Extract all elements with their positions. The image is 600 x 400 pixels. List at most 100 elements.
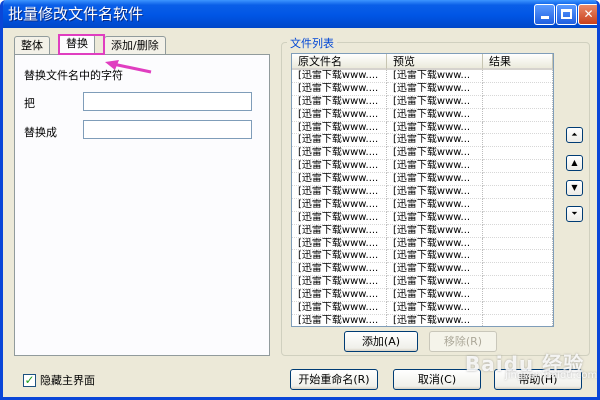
preview-cell: [迅雷下载www... <box>387 173 483 187</box>
preview-cell: [迅雷下载www... <box>387 134 483 148</box>
preview-cell: [迅雷下载www... <box>387 160 483 174</box>
list-item[interactable]: [迅雷下载www.... [迅雷下载www... <box>292 82 553 96</box>
add-button[interactable]: 添加(A) <box>344 331 418 352</box>
close-button[interactable]: ✕ <box>578 4 597 25</box>
preview-cell: [迅雷下载www... <box>387 263 483 277</box>
original-name-cell: [迅雷下载www.... <box>292 289 387 303</box>
result-cell <box>483 302 553 315</box>
preview-cell: [迅雷下载www... <box>387 121 483 135</box>
list-item[interactable]: [迅雷下载www.... [迅雷下载www... <box>292 302 553 315</box>
move-bottom-button[interactable]: ⏷ <box>566 206 583 222</box>
minimize-button[interactable] <box>534 4 555 25</box>
from-label: 把 <box>24 97 35 110</box>
original-name-cell: [迅雷下载www.... <box>292 302 387 315</box>
list-item[interactable]: [迅雷下载www.... [迅雷下载www... <box>292 276 553 290</box>
list-item[interactable]: [迅雷下载www.... [迅雷下载www... <box>292 263 553 277</box>
list-item[interactable]: [迅雷下载www.... [迅雷下载www... <box>292 211 553 225</box>
result-cell <box>483 224 553 238</box>
from-input[interactable] <box>83 92 252 111</box>
result-cell <box>483 173 553 187</box>
tab-overall-label: 整体 <box>21 39 43 52</box>
list-item[interactable]: [迅雷下载www.... [迅雷下载www... <box>292 173 553 187</box>
preview-cell: [迅雷下载www... <box>387 302 483 315</box>
title-bar[interactable]: 批量修改文件名软件 <box>3 0 597 28</box>
original-name-cell: [迅雷下载www.... <box>292 276 387 290</box>
original-name-cell: [迅雷下载www.... <box>292 263 387 277</box>
start-rename-button[interactable]: 开始重命名(R) <box>290 369 378 390</box>
original-name-cell: [迅雷下载www.... <box>292 198 387 212</box>
original-name-cell: [迅雷下载www.... <box>292 95 387 109</box>
list-item[interactable]: [迅雷下载www.... [迅雷下载www... <box>292 224 553 238</box>
list-item[interactable]: [迅雷下载www.... [迅雷下载www... <box>292 108 553 122</box>
list-item[interactable]: [迅雷下载www.... [迅雷下载www... <box>292 314 553 326</box>
maximize-icon <box>561 9 572 19</box>
preview-cell: [迅雷下载www... <box>387 237 483 251</box>
replace-tab-panel: 替换文件名中的字符 把 替换成 <box>14 54 270 356</box>
original-name-cell: [迅雷下载www.... <box>292 314 387 326</box>
to-input[interactable] <box>83 120 252 139</box>
move-bottom-icon: ⏷ <box>571 209 578 218</box>
result-cell <box>483 134 553 148</box>
list-item[interactable]: [迅雷下载www.... [迅雷下载www... <box>292 134 553 148</box>
tab-replace[interactable]: 替换 <box>59 34 95 55</box>
result-cell <box>483 147 553 161</box>
file-list-rows: [迅雷下载www.... [迅雷下载www... [迅雷下载www.... [迅雷下载… <box>292 70 553 326</box>
hide-main-option[interactable]: ✓ 隐藏主界面 <box>23 372 95 388</box>
list-item[interactable]: [迅雷下载www.... [迅雷下载www... <box>292 70 553 83</box>
preview-cell: [迅雷下载www... <box>387 276 483 290</box>
file-list[interactable]: 原文件名 预览 结果 [迅雷下载www.... [迅雷下载www... [迅雷下载w… <box>291 53 554 327</box>
preview-cell: [迅雷下载www... <box>387 108 483 122</box>
result-cell <box>483 95 553 109</box>
list-item[interactable]: [迅雷下载www.... [迅雷下载www... <box>292 250 553 264</box>
original-name-cell: [迅雷下载www.... <box>292 82 387 96</box>
result-cell <box>483 198 553 212</box>
result-cell <box>483 82 553 96</box>
list-item[interactable]: [迅雷下载www.... [迅雷下载www... <box>292 121 553 135</box>
list-item[interactable]: [迅雷下载www.... [迅雷下载www... <box>292 198 553 212</box>
tab-replace-label: 替换 <box>66 37 88 50</box>
column-original-name[interactable]: 原文件名 <box>292 54 387 70</box>
move-up-icon: ▲ <box>571 158 578 167</box>
result-cell <box>483 121 553 135</box>
preview-cell: [迅雷下载www... <box>387 147 483 161</box>
preview-cell: [迅雷下载www... <box>387 250 483 264</box>
tab-add-delete[interactable]: 添加/删除 <box>104 36 166 54</box>
original-name-cell: [迅雷下载www.... <box>292 70 387 83</box>
list-item[interactable]: [迅雷下载www.... [迅雷下载www... <box>292 289 553 303</box>
original-name-cell: [迅雷下载www.... <box>292 134 387 148</box>
original-name-cell: [迅雷下载www.... <box>292 160 387 174</box>
list-item[interactable]: [迅雷下载www.... [迅雷下载www... <box>292 160 553 174</box>
result-cell <box>483 237 553 251</box>
column-preview[interactable]: 预览 <box>387 54 483 70</box>
preview-cell: [迅雷下载www... <box>387 82 483 96</box>
original-name-cell: [迅雷下载www.... <box>292 224 387 238</box>
move-down-icon: ▼ <box>571 183 578 192</box>
list-item[interactable]: [迅雷下载www.... [迅雷下载www... <box>292 95 553 109</box>
list-item[interactable]: [迅雷下载www.... [迅雷下载www... <box>292 147 553 161</box>
original-name-cell: [迅雷下载www.... <box>292 186 387 199</box>
move-up-button[interactable]: ▲ <box>566 155 583 171</box>
result-cell <box>483 186 553 199</box>
tab-add-delete-label: 添加/删除 <box>111 39 159 52</box>
result-cell <box>483 70 553 83</box>
tab-overall[interactable]: 整体 <box>14 36 50 54</box>
minimize-icon <box>540 16 549 19</box>
move-down-button[interactable]: ▼ <box>566 180 583 196</box>
to-label: 替换成 <box>24 126 57 139</box>
move-top-button[interactable]: ⏶ <box>566 127 583 143</box>
move-top-icon: ⏶ <box>571 130 578 139</box>
original-name-cell: [迅雷下载www.... <box>292 173 387 187</box>
result-cell <box>483 289 553 303</box>
column-result[interactable]: 结果 <box>483 54 553 70</box>
result-cell <box>483 314 553 326</box>
maximize-button[interactable] <box>556 4 577 25</box>
hide-main-checkbox[interactable]: ✓ <box>23 373 36 387</box>
preview-cell: [迅雷下载www... <box>387 198 483 212</box>
hide-main-label: 隐藏主界面 <box>40 374 95 387</box>
list-item[interactable]: [迅雷下载www.... [迅雷下载www... <box>292 237 553 251</box>
list-item[interactable]: [迅雷下载www.... [迅雷下载www... <box>292 186 553 199</box>
app-window: 批量修改文件名软件 ✕ 整体 替换 添加/删除 替换文件名中的字符 把 替换成 … <box>0 0 600 400</box>
result-cell <box>483 160 553 174</box>
file-list-header: 原文件名 预览 结果 <box>292 54 553 70</box>
preview-cell: [迅雷下载www... <box>387 95 483 109</box>
